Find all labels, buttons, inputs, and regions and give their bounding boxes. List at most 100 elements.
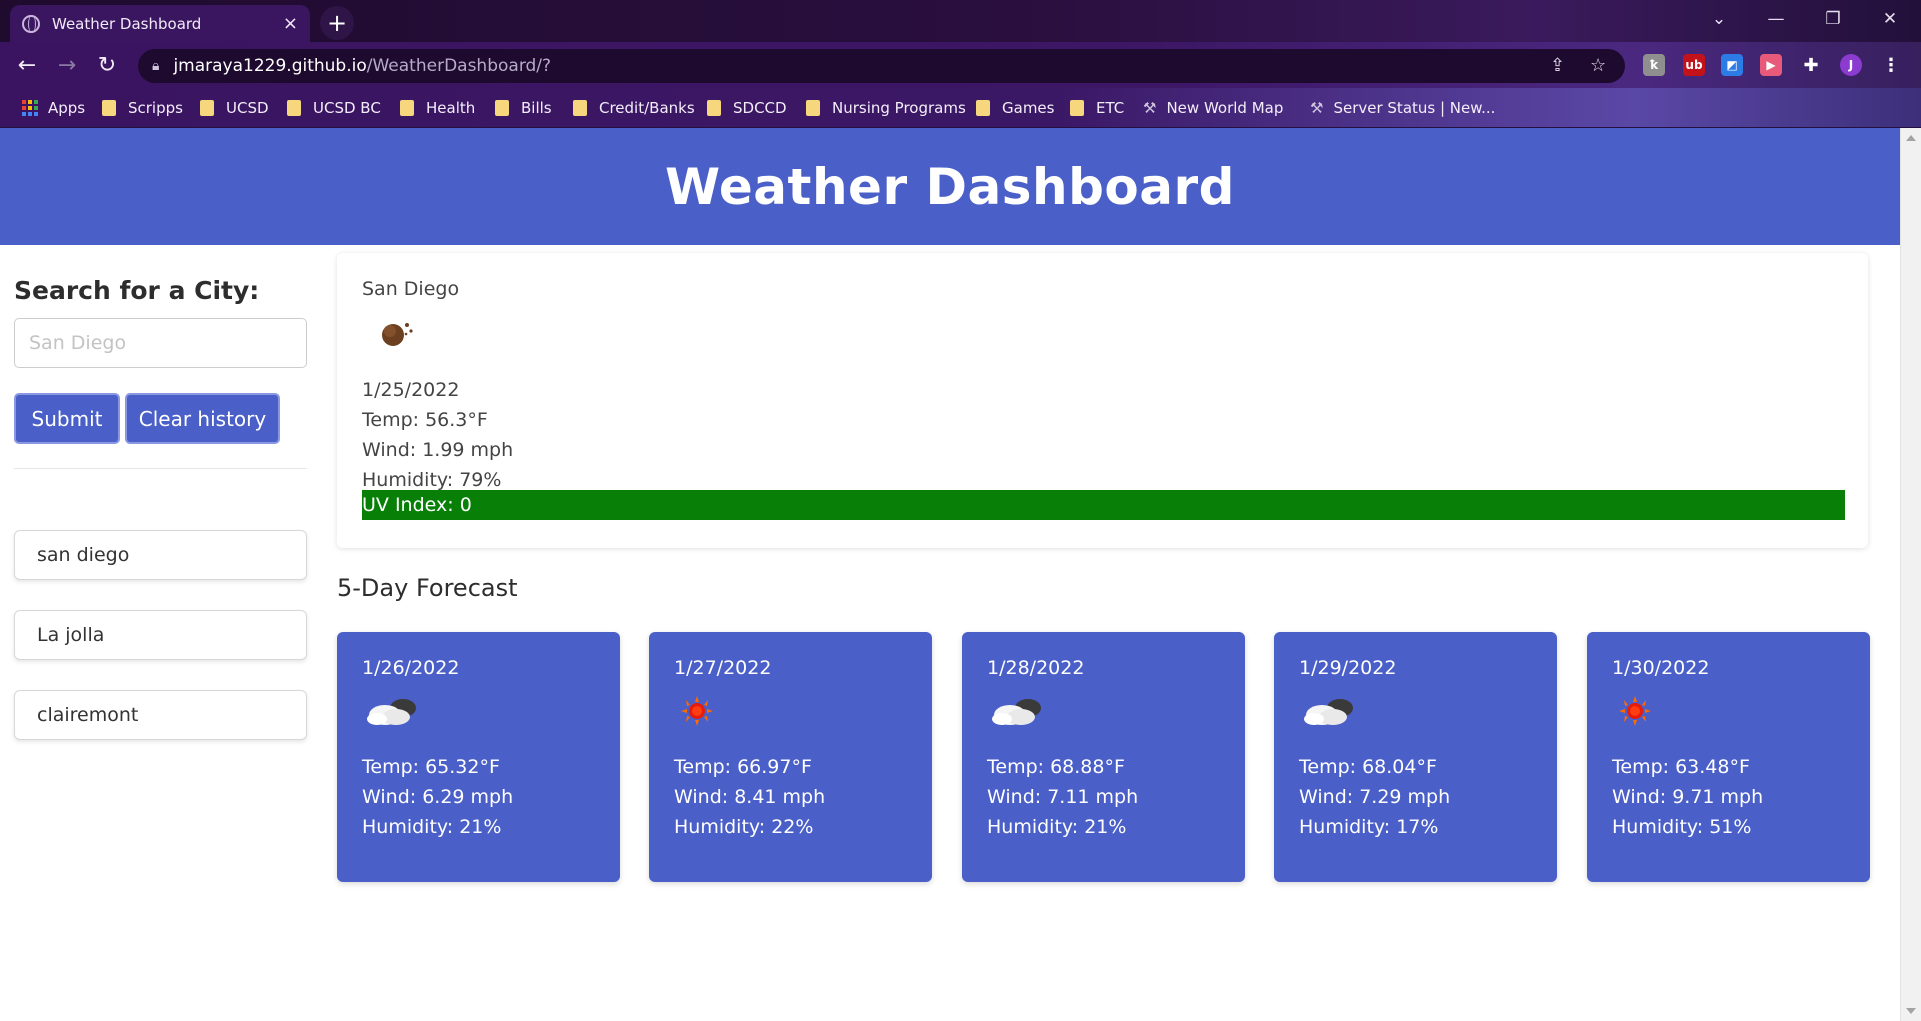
night-few-clouds-icon xyxy=(377,315,417,353)
tab-close-icon[interactable]: × xyxy=(283,13,298,34)
forecast-wind: Wind: 6.29 mph xyxy=(362,786,514,808)
forecast-humidity: Humidity: 21% xyxy=(987,816,1127,838)
bookmark-item[interactable]: ⚒ New World Map xyxy=(1143,88,1283,128)
pickaxe-icon: ⚒ xyxy=(1143,99,1157,117)
url-host: jmaraya1229.github.io xyxy=(173,56,367,76)
city-search-input[interactable] xyxy=(14,318,307,368)
bookmark-label: SDCCD xyxy=(733,99,787,117)
folder-icon xyxy=(573,100,587,116)
bookmark-label: Credit/Banks xyxy=(599,99,695,117)
current-date: 1/25/2022 xyxy=(362,379,460,401)
bookmark-label: Games xyxy=(1002,99,1055,117)
globe-icon xyxy=(22,14,40,33)
forecast-temp: Temp: 65.32°F xyxy=(362,756,500,778)
folder-icon xyxy=(1070,100,1084,116)
folder-icon xyxy=(806,100,820,116)
new-tab-button[interactable]: + xyxy=(320,6,354,40)
scroll-down-icon[interactable] xyxy=(1906,1008,1916,1014)
current-temp: Temp: 56.3°F xyxy=(362,409,488,431)
minimize-icon[interactable]: — xyxy=(1748,0,1804,38)
bookmark-item[interactable]: Apps xyxy=(22,88,85,128)
restore-icon[interactable]: ❐ xyxy=(1805,0,1861,38)
bookmark-label: Apps xyxy=(48,99,86,117)
forecast-temp: Temp: 68.04°F xyxy=(1299,756,1437,778)
bookmark-star-icon[interactable]: ☆ xyxy=(1590,55,1606,76)
forecast-humidity: Humidity: 22% xyxy=(674,816,814,838)
extension-icon[interactable]: ꝁ xyxy=(1643,54,1665,76)
forecast-date: 1/30/2022 xyxy=(1612,657,1710,679)
extension-icon[interactable]: ▶ xyxy=(1760,54,1782,76)
forward-icon[interactable]: → xyxy=(52,50,82,80)
bookmark-item[interactable]: Nursing Programs xyxy=(806,88,966,128)
folder-icon xyxy=(400,100,414,116)
bookmark-item[interactable]: ⚒ Server Status | New... xyxy=(1310,88,1495,128)
bookmark-item[interactable]: UCSD xyxy=(200,88,269,128)
uv-index-bar: UV Index: 0 xyxy=(362,490,1845,520)
address-bar[interactable]: 🔒︎ jmaraya1229.github.io/WeatherDashboar… xyxy=(138,49,1625,83)
forecast-card: 1/27/2022 Temp: 66.97°F Wind: 8.41 mph Humi… xyxy=(649,632,932,882)
browser-tab[interactable]: Weather Dashboard × xyxy=(10,5,310,42)
forecast-humidity: Humidity: 21% xyxy=(362,816,502,838)
history-item[interactable]: clairemont xyxy=(14,690,307,740)
partly-cloudy-icon xyxy=(1302,694,1356,732)
bookmark-label: New World Map xyxy=(1166,99,1284,117)
apps-grid-icon xyxy=(22,100,38,116)
bookmark-item[interactable]: UCSD BC xyxy=(287,88,381,128)
bookmark-label: ETC xyxy=(1096,99,1125,117)
page: Weather Dashboard Search for a City: Sub… xyxy=(0,128,1900,1021)
forecast-wind: Wind: 7.29 mph xyxy=(1299,786,1451,808)
sidebar: Search for a City: Submit Clear history … xyxy=(14,276,308,740)
forecast-temp: Temp: 66.97°F xyxy=(674,756,812,778)
folder-icon xyxy=(200,100,214,116)
folder-icon xyxy=(495,100,509,116)
forecast-date: 1/26/2022 xyxy=(362,657,460,679)
sun-icon xyxy=(677,694,717,732)
history-item[interactable]: La jolla xyxy=(14,610,307,660)
forecast-humidity: Humidity: 51% xyxy=(1612,816,1752,838)
bookmark-item[interactable]: SDCCD xyxy=(707,88,787,128)
page-title: Weather Dashboard xyxy=(665,157,1235,216)
search-heading: Search for a City: xyxy=(14,276,260,305)
extension-icon[interactable]: ◩ xyxy=(1721,54,1743,76)
back-icon[interactable]: ← xyxy=(12,50,42,80)
profile-avatar[interactable]: J xyxy=(1840,54,1862,76)
menu-icon[interactable]: ⋮ xyxy=(1880,54,1902,76)
close-window-icon[interactable]: ✕ xyxy=(1862,0,1918,38)
bookmark-label: Nursing Programs xyxy=(832,99,966,117)
sun-icon xyxy=(1615,694,1655,732)
bookmark-item[interactable]: ETC xyxy=(1070,88,1124,128)
folder-icon xyxy=(102,100,116,116)
bookmark-label: Bills xyxy=(521,99,552,117)
bookmark-item[interactable]: Games xyxy=(976,88,1054,128)
browser-titlebar: Weather Dashboard × + ⌄ — ❐ ✕ xyxy=(0,0,1921,42)
share-icon[interactable]: ⇪ xyxy=(1550,55,1565,76)
partly-cloudy-icon xyxy=(990,694,1044,732)
scroll-up-icon[interactable] xyxy=(1906,135,1916,141)
browser-toolbar: ← → ↻ 🔒︎ jmaraya1229.github.io/WeatherDa… xyxy=(0,42,1921,88)
lock-icon: 🔒︎ xyxy=(152,58,160,74)
page-header: Weather Dashboard xyxy=(0,128,1900,245)
forecast-temp: Temp: 68.88°F xyxy=(987,756,1125,778)
history-item[interactable]: san diego xyxy=(14,530,307,580)
bookmark-item[interactable]: Health xyxy=(400,88,475,128)
clear-history-button[interactable]: Clear history xyxy=(125,393,280,444)
bookmark-item[interactable]: Bills xyxy=(495,88,552,128)
url-path: /WeatherDashboard/? xyxy=(366,56,552,76)
bookmark-label: Server Status | New... xyxy=(1333,99,1496,117)
forecast-humidity: Humidity: 17% xyxy=(1299,816,1439,838)
folder-icon xyxy=(707,100,721,116)
forecast-wind: Wind: 9.71 mph xyxy=(1612,786,1764,808)
submit-button[interactable]: Submit xyxy=(14,393,120,444)
bookmark-label: UCSD xyxy=(226,99,269,117)
tab-search-icon[interactable]: ⌄ xyxy=(1691,0,1747,38)
forecast-title: 5-Day Forecast xyxy=(337,574,518,602)
forecast-card: 1/26/2022 Temp: 65.32°F Wind: 6.29 mph Humi… xyxy=(337,632,620,882)
puzzle-icon[interactable]: ✚ xyxy=(1800,54,1822,76)
bookmark-item[interactable]: Scripps xyxy=(102,88,183,128)
bookmark-item[interactable]: Credit/Banks xyxy=(573,88,695,128)
vertical-scrollbar[interactable] xyxy=(1900,128,1921,1021)
reload-icon[interactable]: ↻ xyxy=(92,50,122,80)
ublock-icon[interactable]: ub xyxy=(1683,54,1705,76)
current-city: San Diego xyxy=(362,278,460,300)
folder-icon xyxy=(287,100,301,116)
